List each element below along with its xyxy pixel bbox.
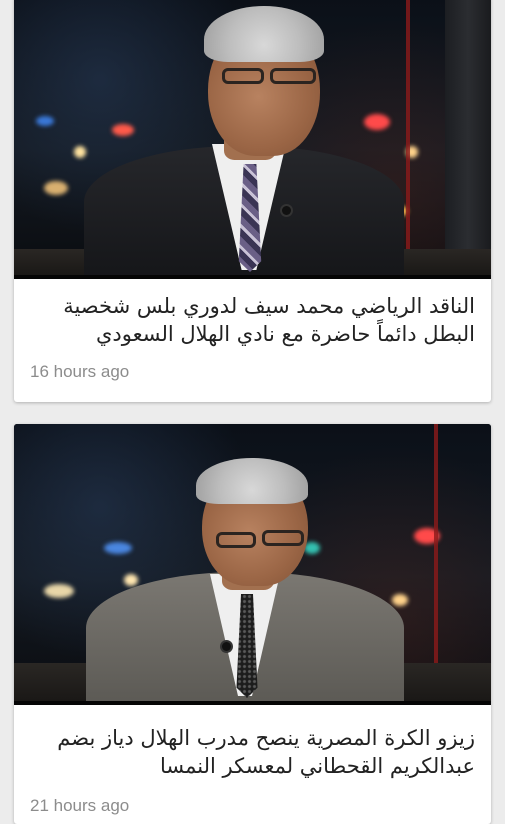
glasses-left-lens: [222, 68, 264, 84]
glasses-left-lens: [216, 532, 256, 548]
article-timestamp: 21 hours ago: [30, 796, 130, 815]
glasses-right-lens: [262, 530, 304, 546]
window-pillar: [445, 0, 491, 275]
window-frame: [434, 424, 438, 701]
gray-hair: [196, 458, 308, 504]
news-card[interactable]: زيزو الكرة المصرية ينصح مدرب الهلال دياز…: [14, 424, 491, 824]
city-light: [44, 584, 74, 598]
news-feed: الناقد الرياضي محمد سيف لدوري بلس شخصية …: [0, 0, 505, 824]
window-frame: [406, 0, 410, 275]
lapel-microphone-icon: [282, 206, 291, 215]
article-title[interactable]: الناقد الرياضي محمد سيف لدوري بلس شخصية …: [28, 292, 475, 348]
interviewee-photo: [84, 0, 404, 275]
glasses-right-lens: [270, 68, 316, 84]
article-thumbnail[interactable]: [14, 0, 491, 279]
gray-hair: [204, 6, 324, 62]
article-timestamp: 16 hours ago: [30, 362, 130, 381]
interviewee-photo: [86, 424, 406, 701]
article-title[interactable]: زيزو الكرة المصرية ينصح مدرب الهلال دياز…: [28, 724, 475, 780]
news-card[interactable]: الناقد الرياضي محمد سيف لدوري بلس شخصية …: [14, 0, 491, 402]
city-light: [36, 116, 54, 126]
city-light: [44, 181, 68, 195]
lapel-microphone-icon: [222, 642, 231, 651]
article-thumbnail[interactable]: [14, 424, 491, 705]
